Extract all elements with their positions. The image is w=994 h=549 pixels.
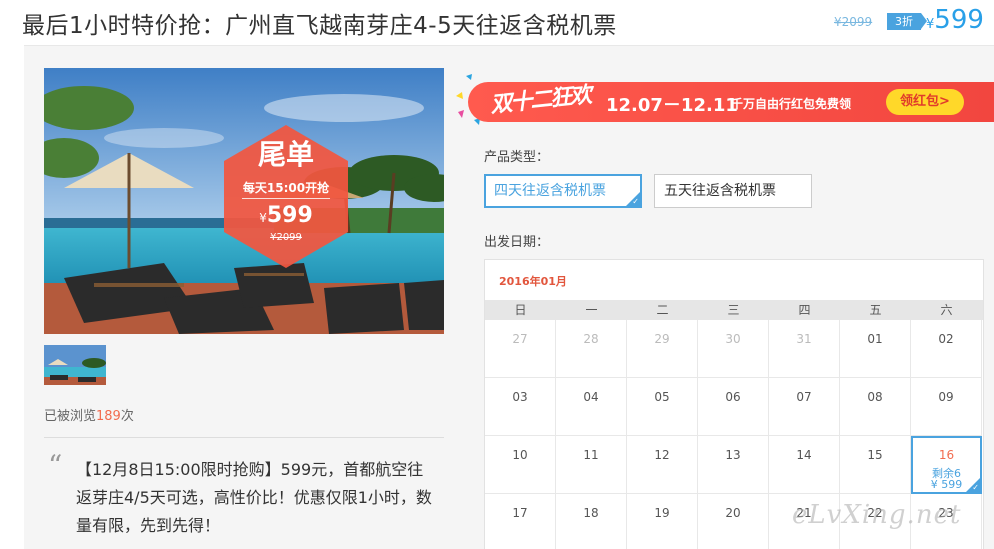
calendar-day: 12 [627, 436, 698, 494]
badge-price: ¥599 [224, 203, 348, 228]
calendar-day: 14 [769, 436, 840, 494]
calendar-day: 13 [698, 436, 769, 494]
badge-old-price: ¥2099 [270, 232, 302, 243]
divider [44, 437, 444, 438]
product-option-label: 五天往返含税机票 [664, 183, 776, 199]
hero-image[interactable]: 尾单 每天15:00开抢 ¥599 ¥2099 [44, 68, 444, 334]
claim-coupon-button[interactable]: 领红包> [886, 89, 964, 115]
tail-order-badge: 尾单 每天15:00开抢 ¥599 ¥2099 [224, 125, 348, 268]
weekday-fri: 五 [869, 303, 882, 317]
view-count: 已被浏览189次 [44, 405, 134, 424]
day-number: 20 [725, 506, 741, 520]
calendar-day: 04 [556, 378, 627, 436]
current-price: ¥599 [926, 5, 984, 35]
badge-currency: ¥ [259, 211, 267, 225]
calendar-day: 29 [627, 320, 698, 378]
day-number: 19 [654, 506, 670, 520]
calendar-day: 19 [627, 494, 698, 549]
calendar-day: 05 [627, 378, 698, 436]
departure-date-label: 出发日期： [484, 235, 550, 250]
thumbnail-1[interactable] [44, 345, 106, 385]
promo-dates: 12.07－12.11 [606, 95, 738, 116]
check-icon: ✓ [632, 197, 639, 206]
promo-text: 千万自由行红包免费领 [731, 97, 852, 111]
day-number: 05 [654, 390, 670, 404]
calendar-day: 11 [556, 436, 627, 494]
badge-title: 尾单 [257, 138, 314, 171]
day-number: 27 [512, 332, 528, 346]
badge-divider [242, 198, 330, 199]
calendar-day: 30 [698, 320, 769, 378]
day-number: 18 [583, 506, 599, 520]
product-option-4-day[interactable]: 四天往返含税机票 ✓ [484, 174, 642, 208]
day-number: 14 [796, 448, 812, 462]
calendar-day: 02 [911, 320, 982, 378]
weekday-wed: 三 [727, 303, 740, 317]
calendar-weekday-header: 日 一 二 三 四 五 六 [485, 300, 983, 320]
calendar-day-available[interactable]: 16 剩余6 ¥ 599 ✓ [911, 436, 982, 494]
discount-badge: 3折 [887, 13, 927, 30]
day-number: 09 [938, 390, 954, 404]
calendar-day: 09 [911, 378, 982, 436]
day-number: 28 [583, 332, 599, 346]
day-number: 13 [725, 448, 741, 462]
weekday-mon: 一 [585, 303, 598, 317]
weekday-sat: 六 [940, 303, 953, 317]
badge-price-value: 599 [266, 203, 313, 228]
thumbnail-photo [44, 345, 106, 385]
calendar-day: 10 [485, 436, 556, 494]
product-description: 【12月8日15:00限时抢购】599元，首都航空往返芽庄4/5天可选，高性价比… [76, 460, 432, 535]
day-number: 30 [725, 332, 741, 346]
weekday-sun: 日 [514, 303, 527, 317]
calendar-day: 20 [698, 494, 769, 549]
view-count-prefix: 已被浏览 [44, 409, 97, 424]
product-type-label: 产品类型： [484, 150, 550, 165]
day-number: 07 [796, 390, 812, 404]
day-number: 02 [938, 332, 954, 346]
day-number: 03 [512, 390, 528, 404]
calendar-month: 2016年01月 [499, 275, 567, 288]
day-number: 08 [867, 390, 883, 404]
weekday-tue: 二 [656, 303, 669, 317]
view-count-value: 189 [96, 409, 121, 424]
calendar-day: 31 [769, 320, 840, 378]
calendar-day: 01 [840, 320, 911, 378]
calendar-day: 27 [485, 320, 556, 378]
day-number: 31 [796, 332, 812, 346]
quote-icon: “ [48, 449, 63, 482]
day-number: 01 [867, 332, 883, 346]
product-option-label: 四天往返含税机票 [494, 183, 606, 199]
calendar-day: 08 [840, 378, 911, 436]
day-number: 06 [725, 390, 741, 404]
day-number: 10 [512, 448, 528, 462]
day-number: 15 [867, 448, 883, 462]
badge-subtitle: 每天15:00开抢 [242, 181, 330, 195]
day-number: 16 [938, 448, 955, 462]
weekday-thu: 四 [798, 303, 811, 317]
check-icon: ✓ [972, 483, 979, 492]
calendar-day: 17 [485, 494, 556, 549]
view-count-suffix: 次 [120, 409, 134, 424]
day-number: 17 [512, 506, 528, 520]
calendar-day: 07 [769, 378, 840, 436]
price-value: 599 [934, 5, 984, 35]
site-watermark: eLvXing.net [792, 500, 962, 530]
calendar-day: 18 [556, 494, 627, 549]
page: 最后1小时特价抢：广州直飞越南芽庄4-5天往返含税机票 ¥2099 3折 ¥59… [0, 0, 994, 549]
day-number: 04 [583, 390, 599, 404]
day-number: 11 [583, 448, 599, 462]
product-option-5-day[interactable]: 五天往返含税机票 [654, 174, 812, 208]
calendar-day: 06 [698, 378, 769, 436]
day-number: 29 [654, 332, 670, 346]
calendar-day: 28 [556, 320, 627, 378]
calendar-day: 15 [840, 436, 911, 494]
day-number: 12 [654, 448, 670, 462]
promo-banner[interactable]: 双十二狂欢 12.07－12.11 千万自由行红包免费领 领红包> [454, 72, 994, 130]
calendar-day: 03 [485, 378, 556, 436]
original-price: ¥2099 [834, 15, 873, 29]
page-title: 最后1小时特价抢：广州直飞越南芽庄4-5天往返含税机票 [22, 13, 617, 39]
